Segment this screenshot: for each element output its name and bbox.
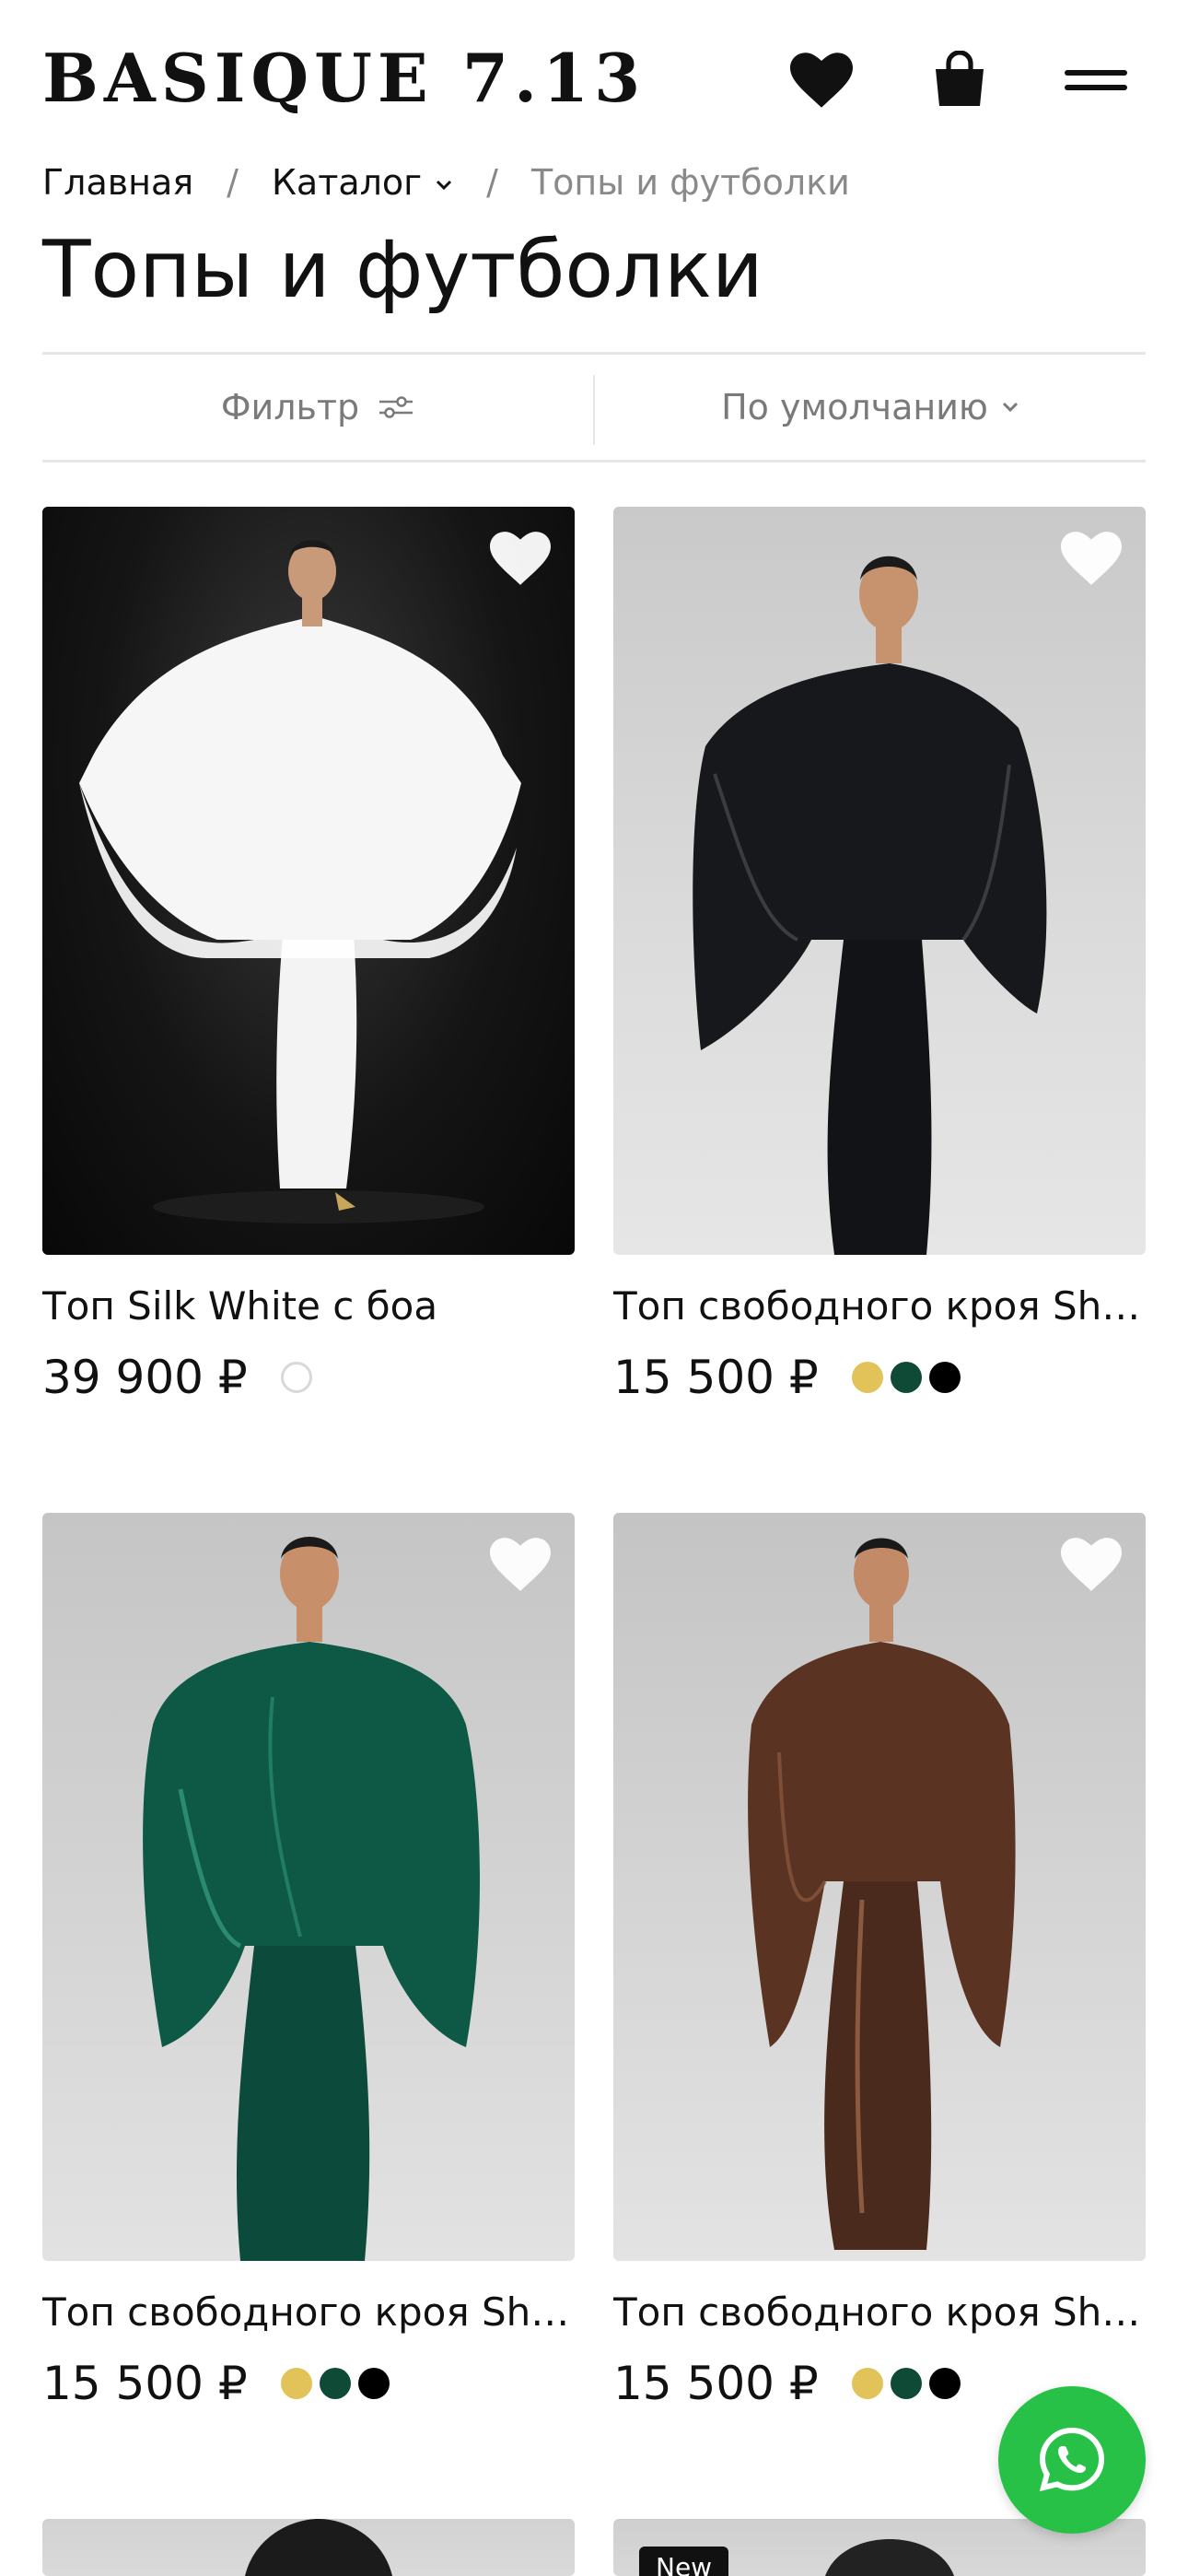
heart-outline-icon <box>1061 532 1122 585</box>
breadcrumb-home[interactable]: Главная <box>42 162 193 203</box>
sort-dropdown[interactable]: По умолчанию <box>595 355 1146 460</box>
color-swatches <box>280 1362 320 1393</box>
add-to-favorites-button[interactable] <box>1061 1537 1122 1592</box>
color-swatch-white[interactable] <box>280 1362 312 1393</box>
site-header: BASIQUE 7.13 <box>0 0 1188 157</box>
color-swatch-gold[interactable] <box>280 2368 312 2399</box>
product-price: 39 900 ₽ <box>42 1351 248 1404</box>
breadcrumb-current: Топы и футболки <box>530 162 850 203</box>
product-price-row: 15 500 ₽ <box>613 1345 968 1410</box>
add-to-favorites-button[interactable] <box>490 531 551 586</box>
product-card[interactable] <box>42 2519 575 2576</box>
chevron-down-icon <box>1002 402 1018 413</box>
sliders-icon <box>378 393 414 421</box>
product-image[interactable] <box>42 1513 575 2261</box>
heart-outline-icon <box>490 532 551 585</box>
color-swatch-gold[interactable] <box>851 2368 883 2399</box>
site-logo[interactable]: BASIQUE 7.13 <box>42 37 646 120</box>
whatsapp-button[interactable] <box>998 2386 1146 2534</box>
product-name[interactable]: Топ Silk White с боа <box>42 1281 575 1332</box>
hamburger-icon <box>1065 70 1127 90</box>
color-swatches <box>280 2368 397 2399</box>
product-price-row: 15 500 ₽ <box>613 2351 968 2416</box>
color-swatch-green[interactable] <box>890 2368 922 2399</box>
product-card[interactable]: Топ Silk White с боа 39 900 ₽ <box>42 507 575 1410</box>
menu-button[interactable] <box>1059 48 1133 112</box>
color-swatch-black[interactable] <box>357 2368 390 2399</box>
product-image[interactable] <box>42 2519 575 2576</box>
color-swatch-gold[interactable] <box>851 1362 883 1393</box>
sort-label: По умолчанию <box>721 387 988 427</box>
add-to-favorites-button[interactable] <box>490 1537 551 1592</box>
product-image[interactable] <box>42 507 575 1255</box>
color-swatch-black[interactable] <box>928 2368 961 2399</box>
bag-icon <box>936 51 984 106</box>
cart-button[interactable] <box>923 48 996 112</box>
product-card[interactable]: Топ свободного кроя Shi... 15 500 ₽ <box>613 1513 1146 2416</box>
breadcrumb-separator: / <box>227 162 239 203</box>
color-swatch-black[interactable] <box>928 1362 961 1393</box>
filter-button[interactable]: Фильтр <box>42 355 593 460</box>
product-name[interactable]: Топ свободного кроя Shi... <box>42 2287 575 2338</box>
page-title: Топы и футболки <box>42 224 763 316</box>
product-image[interactable] <box>613 507 1146 1255</box>
product-price-row: 39 900 ₽ <box>42 1345 320 1410</box>
color-swatches <box>851 1362 968 1393</box>
breadcrumb-catalog-label: Каталог <box>271 162 423 203</box>
chevron-down-icon <box>437 180 452 190</box>
whatsapp-icon <box>1039 2427 1105 2492</box>
product-image[interactable] <box>613 1513 1146 2261</box>
heart-outline-icon <box>490 1538 551 1591</box>
product-name[interactable]: Топ свободного кроя Shi... <box>613 2287 1146 2338</box>
heart-outline-icon <box>1061 1538 1122 1591</box>
product-price: 15 500 ₽ <box>613 2357 819 2410</box>
filter-bar: Фильтр По умолчанию <box>42 352 1146 463</box>
color-swatch-green[interactable] <box>890 1362 922 1393</box>
breadcrumb-catalog[interactable]: Каталог <box>272 162 453 203</box>
favorites-button[interactable] <box>785 48 858 112</box>
color-swatches <box>851 2368 968 2399</box>
product-card[interactable]: Топ свободного кроя Shi... 15 500 ₽ <box>42 1513 575 2416</box>
breadcrumb-separator: / <box>486 162 498 203</box>
product-name[interactable]: Топ свободного кроя Shi... <box>613 1281 1146 1332</box>
product-card[interactable]: Топ свободного кроя Shi... 15 500 ₽ <box>613 507 1146 1410</box>
product-price: 15 500 ₽ <box>42 2357 248 2410</box>
filter-label: Фильтр <box>220 387 360 427</box>
product-price-row: 15 500 ₽ <box>42 2351 397 2416</box>
breadcrumb: Главная / Каталог / Топы и футболки <box>42 157 850 208</box>
product-price: 15 500 ₽ <box>613 1351 819 1404</box>
add-to-favorites-button[interactable] <box>1061 531 1122 586</box>
new-badge: New <box>639 2547 729 2576</box>
color-swatch-green[interactable] <box>319 2368 351 2399</box>
heart-icon <box>790 53 853 108</box>
